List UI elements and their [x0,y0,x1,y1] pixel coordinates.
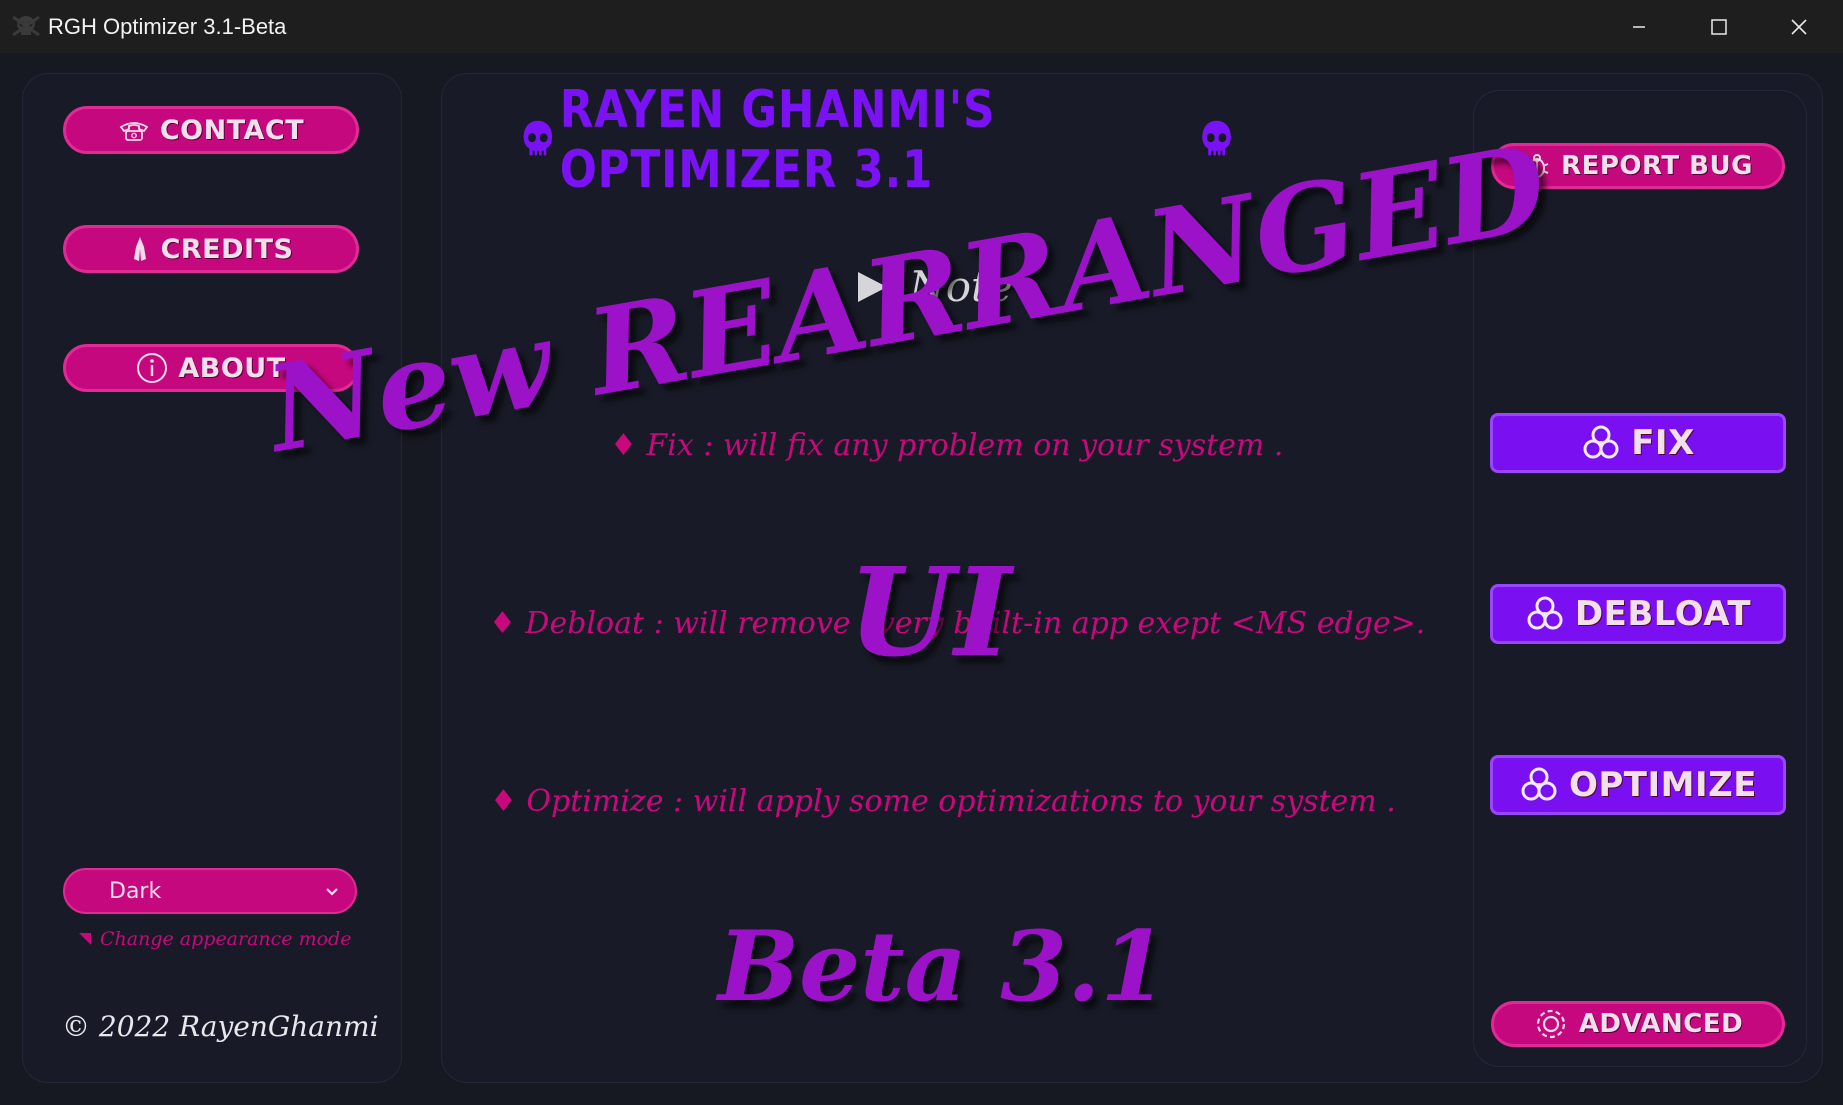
page-title: RAYEN GHANMI'S OPTIMIZER 3.1 [516,80,1238,200]
info-icon [137,353,168,383]
optimize-label: OPTIMIZE [1568,765,1758,805]
gear-icon [1536,1009,1565,1039]
biohazard-icon [1583,425,1619,459]
corner-arrow-icon [79,933,91,945]
contact-label: CONTACT [159,114,305,146]
skull-icon [523,120,553,157]
appearance-note-text: Change appearance mode [100,928,352,950]
maximize-icon [1711,18,1727,35]
skull-icon [1202,120,1231,157]
appearance-mode-caption: Change appearance mode [78,928,351,950]
biohazard-icon [1521,767,1557,801]
minimize-icon [1633,25,1645,28]
appearance-mode-select[interactable]: Dark [63,868,357,914]
close-button[interactable] [1759,0,1839,53]
credits-button[interactable]: CREDITS [63,225,359,273]
fix-button[interactable]: FIX [1490,413,1786,473]
app-skull-icon [12,15,40,37]
title-bar: RGH Optimizer 3.1-Beta [0,0,1843,53]
advanced-label: ADVANCED [1578,1009,1744,1039]
report-bug-label: REPORT BUG [1561,151,1753,181]
telephone-icon [119,122,149,141]
close-icon [1791,18,1807,35]
copyright-text: © 2022 RayenGhanmi [62,1010,379,1043]
chevron-down-icon [326,888,338,896]
optimize-description: ♦ Optimize : will apply some optimizatio… [490,784,1396,819]
appearance-mode-value: Dark [109,878,162,904]
overlay-subtitle: UI [848,540,1012,684]
overlay-beta-label: Beta 3.1 [718,910,1168,1023]
contact-button[interactable]: CONTACT [63,106,359,154]
maximize-button[interactable] [1679,0,1759,53]
fix-label: FIX [1631,423,1695,463]
optimize-button[interactable]: OPTIMIZE [1490,755,1786,815]
praying-hands-icon [133,237,146,261]
advanced-button[interactable]: ADVANCED [1491,1001,1785,1047]
credits-label: CREDITS [160,233,294,265]
page-title-text: RAYEN GHANMI'S OPTIMIZER 3.1 [559,80,996,200]
fix-description: ♦ Fix : will fix any problem on your sys… [610,428,1284,463]
debloat-label: DEBLOAT [1574,594,1752,634]
window-title: RGH Optimizer 3.1-Beta [48,14,287,39]
debloat-button[interactable]: DEBLOAT [1490,584,1786,644]
biohazard-icon [1527,596,1563,630]
minimize-button[interactable] [1599,0,1679,53]
